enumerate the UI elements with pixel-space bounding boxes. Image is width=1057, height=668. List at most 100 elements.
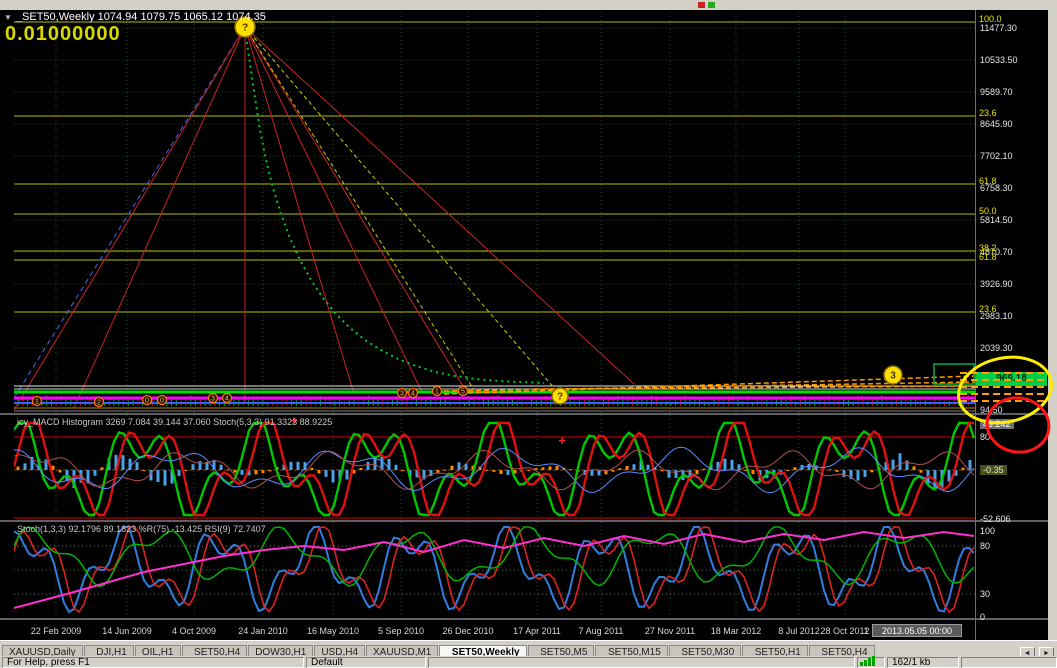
wave-marker-label: 4 [225,396,229,403]
price-scale[interactable]: 11477.30 10533.50 9589.70 8645.90 7702.10 675… [975,10,1049,640]
price-tick-label: 10533.50 [980,55,1018,65]
macd-histogram-bar [345,470,349,480]
trend-ray [244,26,555,389]
macd-histogram-bar [590,470,594,476]
macd-histogram-bar [660,470,664,472]
macd-histogram-bar [366,461,370,470]
smiley-marker-label: ? [242,23,248,34]
macd-histogram-bar [541,467,545,470]
time-label: 4 Oct 2009 [171,626,217,636]
macd-histogram-bar [835,470,839,472]
macd-histogram-bar [828,469,832,471]
object-value-label: 0.01000000 [5,23,121,45]
price-tick-label: 7702.10 [980,151,1013,161]
time-label: 22 Feb 2009 [30,626,82,636]
price-tick-label: 3926.90 [980,279,1013,289]
scale-value-label: -52.606 [980,514,1011,524]
macd-histogram-bar [968,460,972,470]
macd-histogram-bar [184,470,188,471]
macd-histogram-bar [618,468,622,470]
scale-value-label: 49.242 [980,419,1014,429]
time-label: 24 Jan 2010 [238,626,288,636]
fib-level-label: 61.8 [979,252,997,262]
time-label: 27 Nov 2011 [644,626,696,636]
macd-histogram-bar [786,470,790,471]
price-tick-label: 2039.30 [980,343,1013,353]
chart-title: _SET50,Weekly 1074.94 1079.75 1065.12 10… [15,11,266,23]
fib-level-label: 50.0 [979,206,997,216]
time-label: 26 Dec 2010 [442,626,494,636]
scale-value-label: 80 [980,432,991,442]
macd-histogram-bar [205,462,209,470]
macd-histogram-bar [198,461,202,470]
stoch-rsi-pane[interactable] [14,522,975,618]
macd-histogram-bar [142,470,146,472]
macd-histogram-bar [58,470,62,473]
macd-stoch-pane[interactable]: ++ [14,415,975,520]
chart-menu-arrow-icon[interactable]: ▼ [4,13,12,22]
time-label: 5 Sep 2010 [377,626,425,636]
macd-histogram-bar [93,470,97,476]
macd-histogram-bar [569,469,573,471]
scale-value-label: 0 [980,612,986,622]
wave-marker-label: 1 [435,389,439,396]
macd-histogram-bar [695,470,699,475]
wave-marker-label: 3 [211,396,215,403]
chart-window[interactable]: ▼ _SET50,Weekly 1074.94 1079.75 1065.12 1… [0,10,1048,640]
scale-value-label: 80 [980,541,991,551]
toolbar-chip-green-icon [708,2,715,8]
scale-value-label: -0.35 [980,465,1007,475]
status-traffic: 162/1 kb [887,657,959,668]
mt4-window: ▼ _SET50,Weekly 1074.94 1079.75 1065.12 1… [0,0,1057,668]
macd-histogram-bar [499,470,503,475]
macd-histogram-bar [856,470,860,481]
macd-histogram-bar [807,463,811,470]
price-tick-label: 5814.50 [980,215,1013,225]
macd-histogram-bar [919,470,923,473]
macd-histogram-bar [240,470,244,475]
chart-tab-bar: XAUUSD,Daily _DJI,H1 OIL,H1 _SET50,H4 DOW30,… [0,640,1057,660]
macd-histogram-bar [751,470,755,475]
macd-histogram-bar [16,466,20,470]
status-end-spacer [961,657,1057,668]
macd-histogram-bar [261,470,265,474]
wave-marker-label: 5 [461,389,465,396]
fib-level-label: 23.6 [979,108,997,118]
wave-marker-label: 0 [145,398,149,405]
scale-value-label: 30 [980,589,991,599]
macd-histogram-bar [898,453,902,470]
fib-level-label: 23.6 [979,304,997,314]
crosshair-date-box: 2013.05.05 00:00 [872,624,962,637]
wave-marker-label: 1 [35,399,39,406]
status-profile[interactable]: Default [306,657,426,668]
macd-histogram-bar [961,467,965,470]
status-filler [428,657,855,668]
time-label: 14 Jun 2009 [102,626,152,636]
macd-histogram-bar [492,470,496,472]
macd-histogram-bar [506,470,510,475]
macd-histogram-bar [268,470,272,472]
time-label: 8 Jul 2012 [778,626,820,636]
time-label-partial: 1 [863,626,869,636]
toolbar-chip-red-icon [698,2,705,8]
trend-ray [73,26,246,409]
macd-histogram-bar [646,464,650,470]
macd-histogram-bar [331,470,335,483]
price-tick-label: 11477.30 [980,23,1017,33]
macd-histogram-bar [723,458,727,470]
main-price-pane[interactable]: 1 2 0 0 3 43 4 1 5??3 [14,12,975,413]
macd-histogram-bar [793,467,797,470]
macd-histogram-bar [485,469,489,471]
trend-ray [244,26,475,391]
status-help-text: For Help, press F1 [2,657,304,668]
smiley-marker-label: 3 [890,371,896,382]
wave-marker-label: 0 [160,398,164,405]
time-axis[interactable]: 22 Feb 2009 14 Jun 2009 4 Oct 2009 24 Jan 2… [0,620,1048,640]
macd-histogram-bar [254,470,258,475]
trend-ray [244,26,635,385]
trend-ray [244,26,423,393]
macd-histogram-bar [597,470,601,476]
wave-marker-label: 4 [411,391,415,398]
macd-histogram-bar [296,461,300,470]
macd-histogram-bar [177,470,181,476]
